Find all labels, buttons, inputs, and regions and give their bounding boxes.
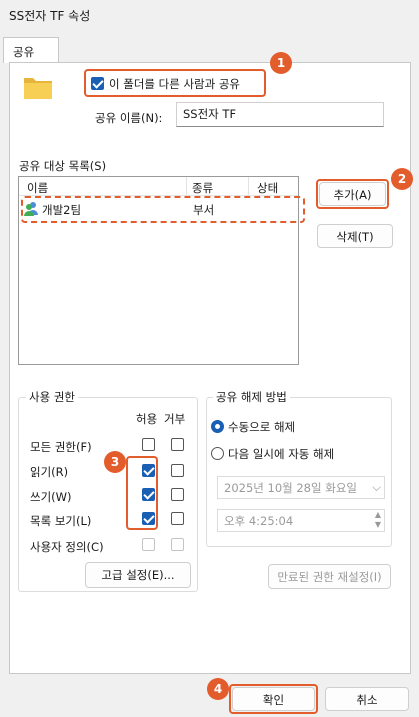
badge-3: 3 [104, 451, 126, 473]
perm-list-deny-checkbox[interactable] [171, 512, 184, 525]
badge-1: 1 [270, 52, 292, 74]
highlight-allow-checkboxes [126, 456, 158, 530]
spin-down-icon: ▼ [374, 520, 381, 529]
share-name-input[interactable]: SS전자 TF [176, 102, 384, 127]
column-header-name[interactable]: 이름 [27, 180, 48, 196]
deny-header: 거부 [164, 412, 186, 426]
badge-2: 2 [391, 168, 413, 190]
title-bar: SS전자 TF 속성 [0, 0, 419, 28]
share-name-label: 공유 이름(N): [95, 111, 163, 125]
perm-label-write: 쓰기(W) [30, 490, 72, 504]
chevron-down-icon: ⌵ [372, 480, 381, 494]
manual-unshare-option[interactable]: 수동으로 해제 [211, 419, 371, 435]
reset-expired-button: 만료된 권한 재설정(I) [268, 564, 391, 589]
highlight-list-entry [21, 196, 305, 223]
perm-custom-allow-checkbox [142, 538, 155, 551]
perm-label-full: 모든 권한(F) [30, 440, 92, 454]
perm-label-read: 읽기(R) [30, 465, 69, 479]
folder-icon [24, 78, 52, 99]
share-list-label: 공유 대상 목록(S) [19, 159, 107, 173]
tab-share-label: 공유 [13, 45, 35, 59]
share-folder-checkbox[interactable] [91, 77, 104, 90]
delete-button[interactable]: 삭제(T) [317, 224, 393, 248]
perm-full-deny-checkbox[interactable] [171, 438, 184, 451]
share-name-value: SS전자 TF [183, 107, 237, 121]
column-divider [186, 177, 187, 196]
share-folder-label: 이 폴더를 다른 사람과 공유 [109, 77, 241, 91]
perm-write-deny-checkbox[interactable] [171, 488, 184, 501]
auto-unshare-radio[interactable] [211, 447, 224, 460]
badge-4: 4 [207, 678, 229, 700]
unshare-time-value: 오후 4:25:04 [224, 514, 294, 528]
perm-label-list: 목록 보기(L) [30, 514, 92, 528]
advanced-settings-button[interactable]: 고급 설정(E)... [85, 562, 191, 588]
share-folder-option[interactable]: 이 폴더를 다른 사람과 공유 [91, 76, 261, 92]
list-header: 이름 종류 상태 [19, 177, 298, 196]
allow-header: 허용 [136, 412, 158, 426]
auto-unshare-option[interactable]: 다음 일시에 자동 해제 [211, 446, 381, 462]
unshare-date-value: 2025년 10월 28일 화요일 [224, 481, 357, 495]
unshare-time-picker: 오후 4:25:04 ▲ ▼ [217, 509, 385, 532]
unshare-group-title: 공유 해제 방법 [213, 389, 290, 405]
manual-unshare-radio[interactable] [211, 420, 224, 433]
spin-up-icon: ▲ [374, 510, 381, 519]
cancel-button[interactable]: 취소 [325, 687, 409, 711]
perm-full-allow-checkbox[interactable] [142, 438, 155, 451]
add-button[interactable]: 추가(A) [319, 182, 386, 206]
column-header-status[interactable]: 상태 [257, 180, 278, 196]
perm-label-custom: 사용자 정의(C) [30, 540, 104, 554]
auto-unshare-label: 다음 일시에 자동 해제 [228, 447, 335, 461]
permissions-group-title: 사용 권한 [26, 389, 78, 405]
perm-read-deny-checkbox[interactable] [171, 464, 184, 477]
manual-unshare-label: 수동으로 해제 [228, 420, 296, 434]
unshare-date-picker: 2025년 10월 28일 화요일 ⌵ [217, 476, 385, 499]
ok-button[interactable]: 확인 [232, 687, 315, 711]
tab-share[interactable]: 공유 [3, 37, 59, 63]
column-header-type[interactable]: 종류 [192, 180, 213, 196]
column-divider [248, 177, 249, 196]
window-title: SS전자 TF 속성 [9, 9, 91, 23]
perm-custom-deny-checkbox [171, 538, 184, 551]
